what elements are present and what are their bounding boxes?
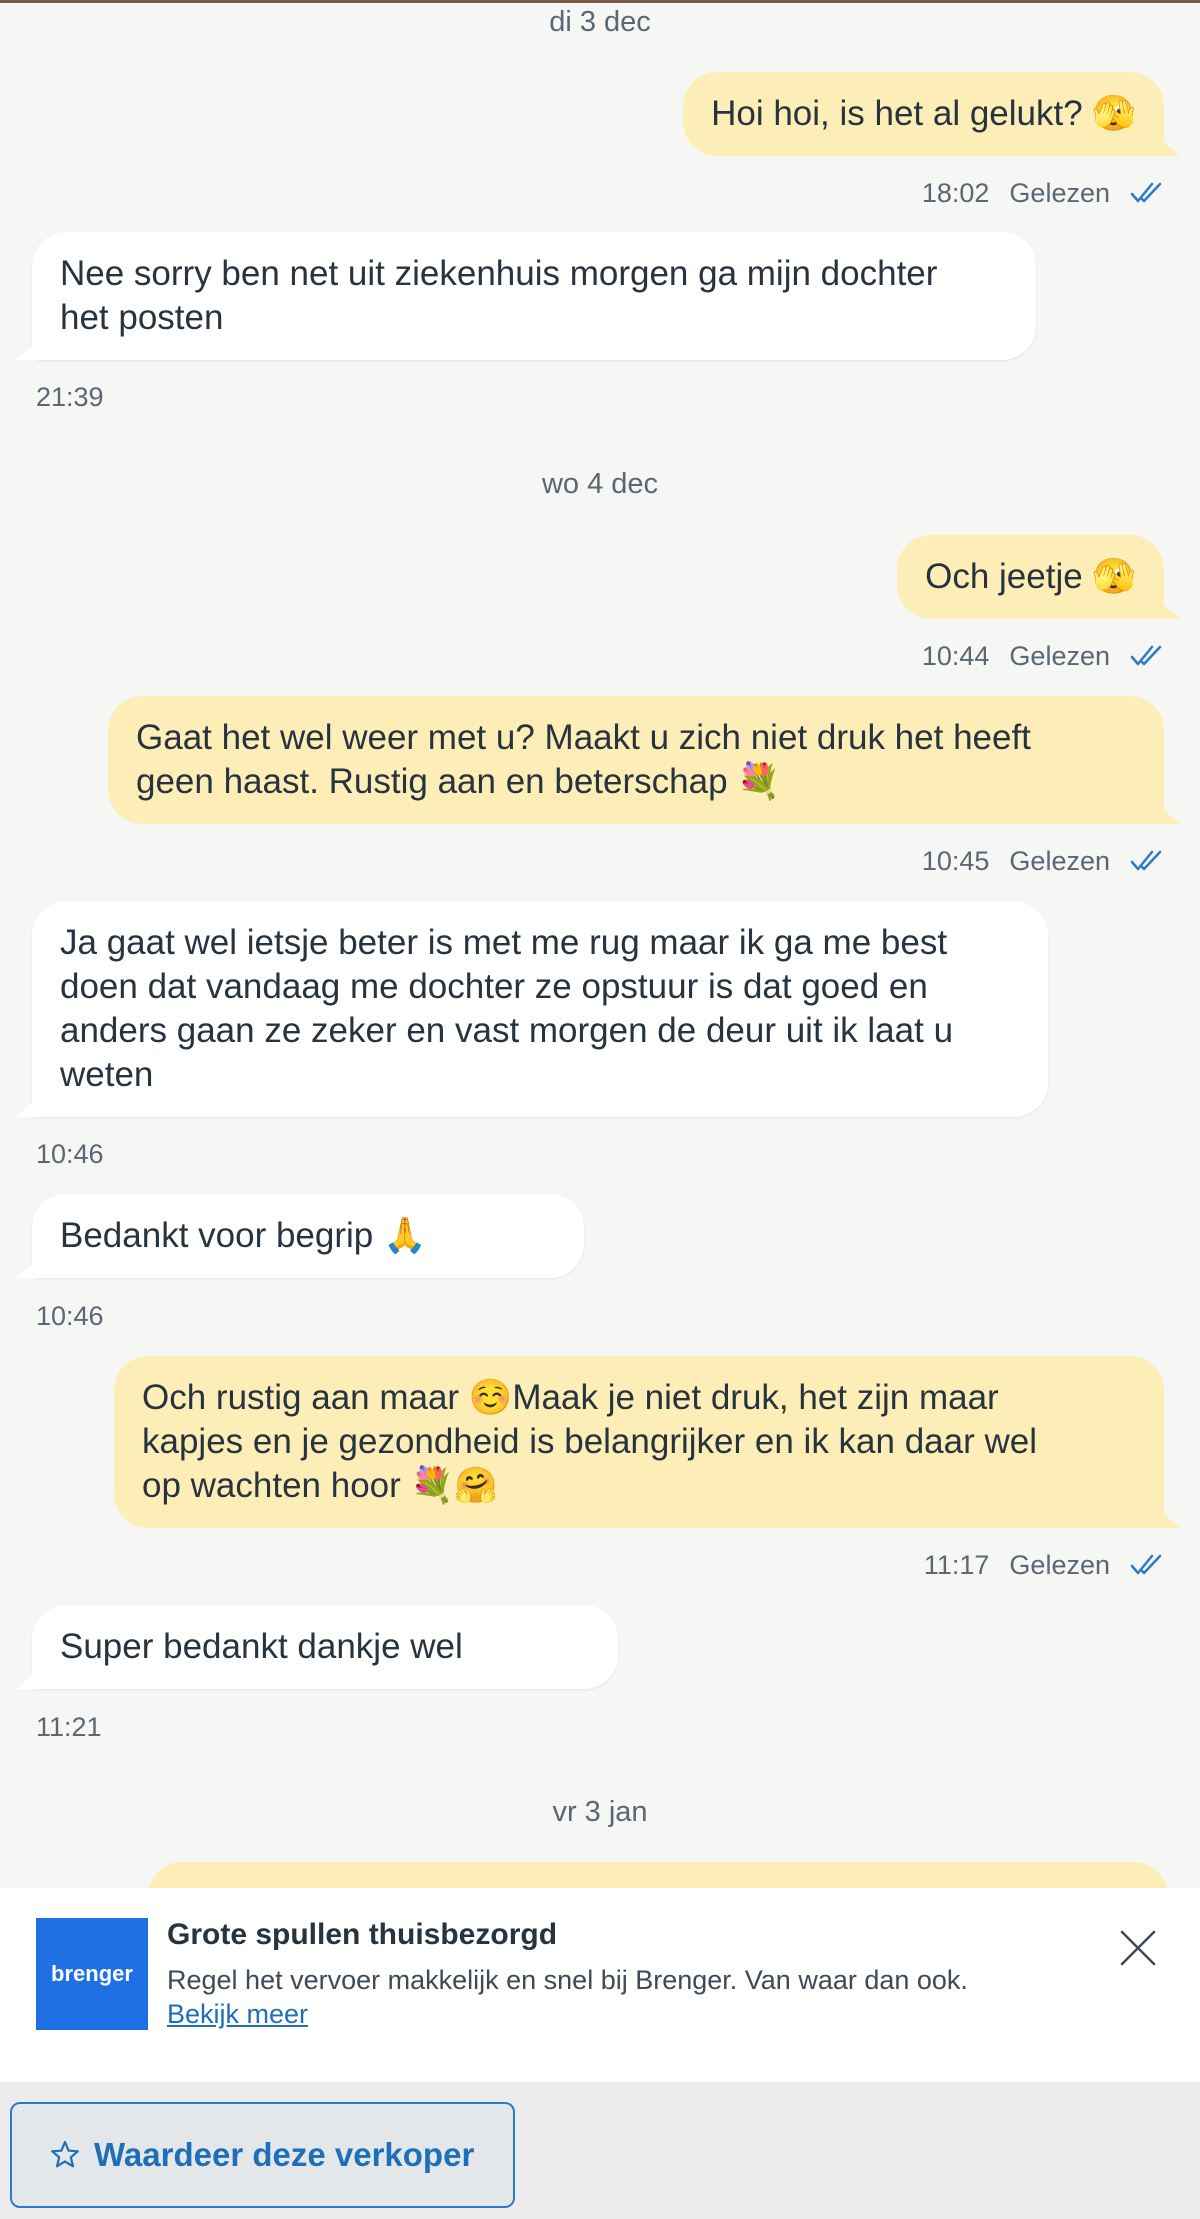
bottom-action-bar: Waardeer deze verkoper — [0, 2082, 1200, 2219]
rate-seller-button[interactable]: Waardeer deze verkoper — [10, 2102, 515, 2208]
date-separator: di 3 dec — [549, 6, 651, 38]
read-status: Gelezen — [1009, 1549, 1110, 1580]
message-time: 21:39 — [36, 381, 104, 412]
message-time: 18:02 — [921, 177, 990, 208]
message-incoming[interactable]: Super bedankt dankje wel — [32, 1605, 618, 1689]
message-meta: 10:44 Gelezen — [922, 638, 1164, 674]
close-icon[interactable] — [1118, 1928, 1158, 1968]
message-time: 10:45 — [921, 845, 990, 876]
double-check-icon — [1130, 182, 1162, 203]
message-outgoing[interactable]: Och rustig aan maar ☺️Maak je niet druk,… — [114, 1356, 1164, 1528]
message-time: 11:21 — [36, 1711, 102, 1742]
double-check-icon — [1130, 850, 1162, 871]
ad-description: Regel het vervoer makkelijk en snel bij … — [167, 1965, 968, 1995]
message-meta: 11:17 Gelezen — [924, 1547, 1164, 1583]
ad-title: Grote spullen thuisbezorgd — [167, 1918, 558, 1951]
message-incoming[interactable]: Nee sorry ben net uit ziekenhuis morgen … — [32, 232, 1036, 360]
message-time: 10:46 — [36, 1300, 104, 1331]
read-status: Gelezen — [1009, 177, 1110, 208]
message-time: 11:17 — [923, 1549, 990, 1580]
date-separator: wo 4 dec — [541, 468, 659, 500]
rate-seller-label: Waardeer deze verkoper — [94, 2136, 475, 2173]
double-check-icon — [1130, 645, 1162, 666]
double-check-icon — [1130, 1554, 1162, 1575]
message-incoming[interactable]: Bedankt voor begrip 🙏 — [32, 1194, 584, 1278]
message-time: 10:44 — [921, 640, 990, 671]
top-edge-line — [0, 0, 1200, 3]
brenger-logo: brenger — [36, 1918, 148, 2030]
message-outgoing[interactable]: Gaat het wel weer met u? Maakt u zich ni… — [108, 696, 1164, 824]
date-separator: vr 3 jan — [552, 1796, 648, 1828]
read-status: Gelezen — [1009, 845, 1110, 876]
message-incoming[interactable]: Ja gaat wel ietsje beter is met me rug m… — [32, 901, 1048, 1117]
read-status: Gelezen — [1009, 640, 1110, 671]
message-outgoing[interactable]: Och jeetje 🫣 — [897, 535, 1164, 619]
message-outgoing[interactable]: Hoi hoi, is het al gelukt? 🫣 — [683, 72, 1164, 156]
star-outline-icon — [51, 2140, 79, 2168]
ad-link[interactable]: Bekijk meer — [167, 1999, 308, 2030]
message-time: 10:46 — [36, 1138, 104, 1169]
message-meta: 18:02 Gelezen — [922, 175, 1164, 211]
ad-banner[interactable]: brenger Grote spullen thuisbezorgd Regel… — [0, 1888, 1200, 2082]
message-meta: 10:45 Gelezen — [922, 843, 1164, 879]
